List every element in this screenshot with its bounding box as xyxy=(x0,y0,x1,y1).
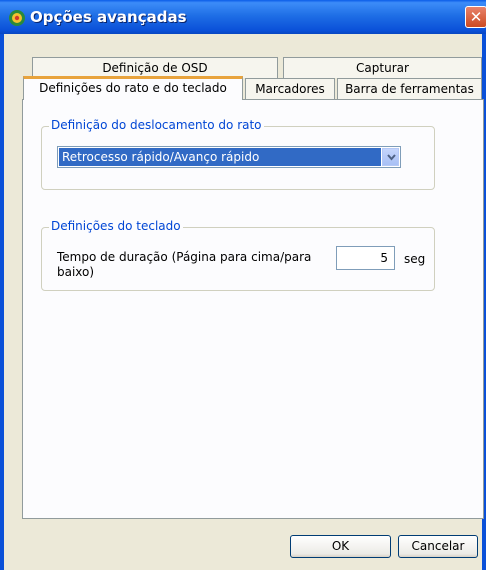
close-button[interactable]: ✕ xyxy=(465,6,486,28)
tab-mouse-keyboard[interactable]: Definições do rato e do teclado xyxy=(23,76,243,100)
duration-unit-label: seg xyxy=(404,252,426,266)
page-duration-input[interactable]: 5 xyxy=(336,246,395,270)
title-bar[interactable]: Opções avançadas ✕ xyxy=(0,0,486,34)
page-duration-label: Tempo de duração (Página para cima/para … xyxy=(57,250,312,279)
tab-osd-label: Definição de OSD xyxy=(102,61,208,75)
close-icon: ✕ xyxy=(469,8,483,26)
tab-osd[interactable]: Definição de OSD xyxy=(32,57,278,78)
mouse-scroll-selected-value: Retrocesso rápido/Avanço rápido xyxy=(59,148,381,166)
app-icon xyxy=(8,9,26,27)
mouse-scroll-dropdown[interactable]: Retrocesso rápido/Avanço rápido xyxy=(57,146,401,168)
cancel-button[interactable]: Cancelar xyxy=(398,535,478,558)
tab-bookmarks[interactable]: Marcadores xyxy=(245,78,335,99)
tab-toolbar-label: Barra de ferramentas xyxy=(345,82,474,96)
chevron-down-icon xyxy=(387,154,396,161)
window-title: Opções avançadas xyxy=(30,8,187,26)
tab-bookmarks-label: Marcadores xyxy=(255,82,325,96)
window-frame-left xyxy=(0,34,4,570)
ok-button-label: OK xyxy=(331,539,350,553)
cancel-button-label: Cancelar xyxy=(411,539,465,553)
tab-mouse-keyboard-label: Definições do rato e do teclado xyxy=(39,81,227,95)
tab-capture[interactable]: Capturar xyxy=(283,57,482,78)
keyboard-group-legend: Definições do teclado xyxy=(49,219,183,233)
dropdown-button[interactable] xyxy=(382,148,399,166)
tab-toolbar[interactable]: Barra de ferramentas xyxy=(337,78,482,99)
tab-capture-label: Capturar xyxy=(356,61,409,75)
mouse-group-legend: Definição do deslocamento do rato xyxy=(49,118,264,132)
ok-button[interactable]: OK xyxy=(290,535,391,558)
